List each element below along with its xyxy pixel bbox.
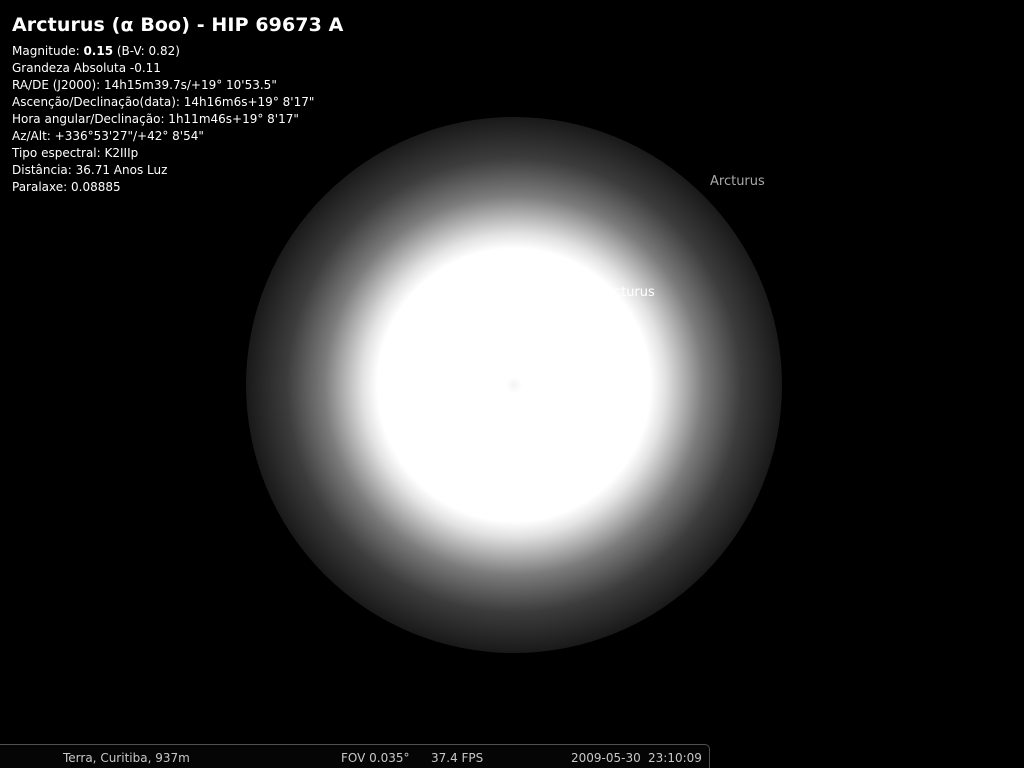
object-title: Arcturus (α Boo) - HIP 69673 A [12, 14, 344, 36]
status-time[interactable]: 23:10:09 [648, 751, 702, 765]
info-hour-angle: Hora angular/Declinação: 1h11m46s+19° 8'… [12, 112, 299, 126]
status-bar: Terra, Curitiba, 937m FOV 0.035° 37.4 FP… [0, 744, 710, 768]
status-location[interactable]: Terra, Curitiba, 937m [63, 751, 190, 765]
magnitude-label: Magnitude: [12, 44, 84, 58]
star-label-arcturus[interactable]: Arcturus [600, 285, 655, 300]
info-magnitude: Magnitude: 0.15 (B-V: 0.82) [12, 43, 343, 60]
star-arcturus[interactable] [416, 287, 612, 483]
status-fps: 37.4 FPS [431, 751, 484, 765]
magnitude-value: 0.15 [83, 44, 114, 58]
magnitude-color-index: (B-V: 0.82) [113, 44, 180, 58]
status-date[interactable]: 2009-05-30 [571, 751, 641, 765]
info-absolute-magnitude: Grandeza Absoluta -0.11 [12, 61, 161, 75]
info-distance: Distância: 36.71 Anos Luz [12, 163, 168, 177]
info-ra-de-j2000: RA/DE (J2000): 14h15m39.7s/+19° 10'53.5" [12, 78, 277, 92]
info-spectral-type: Tipo espectral: K2IIIp [12, 146, 139, 160]
object-info-panel: Arcturus (α Boo) - HIP 69673 A Magnitude… [12, 12, 343, 196]
info-az-alt: Az/Alt: +336°53'27"/+42° 8'54" [12, 129, 204, 143]
info-parallax: Paralaxe: 0.08885 [12, 180, 121, 194]
star-label-arcturus-secondary[interactable]: Arcturus [710, 174, 765, 189]
status-fov: FOV 0.035° [341, 751, 410, 765]
info-ra-dec-date: Ascenção/Declinação(data): 14h16m6s+19° … [12, 95, 315, 109]
